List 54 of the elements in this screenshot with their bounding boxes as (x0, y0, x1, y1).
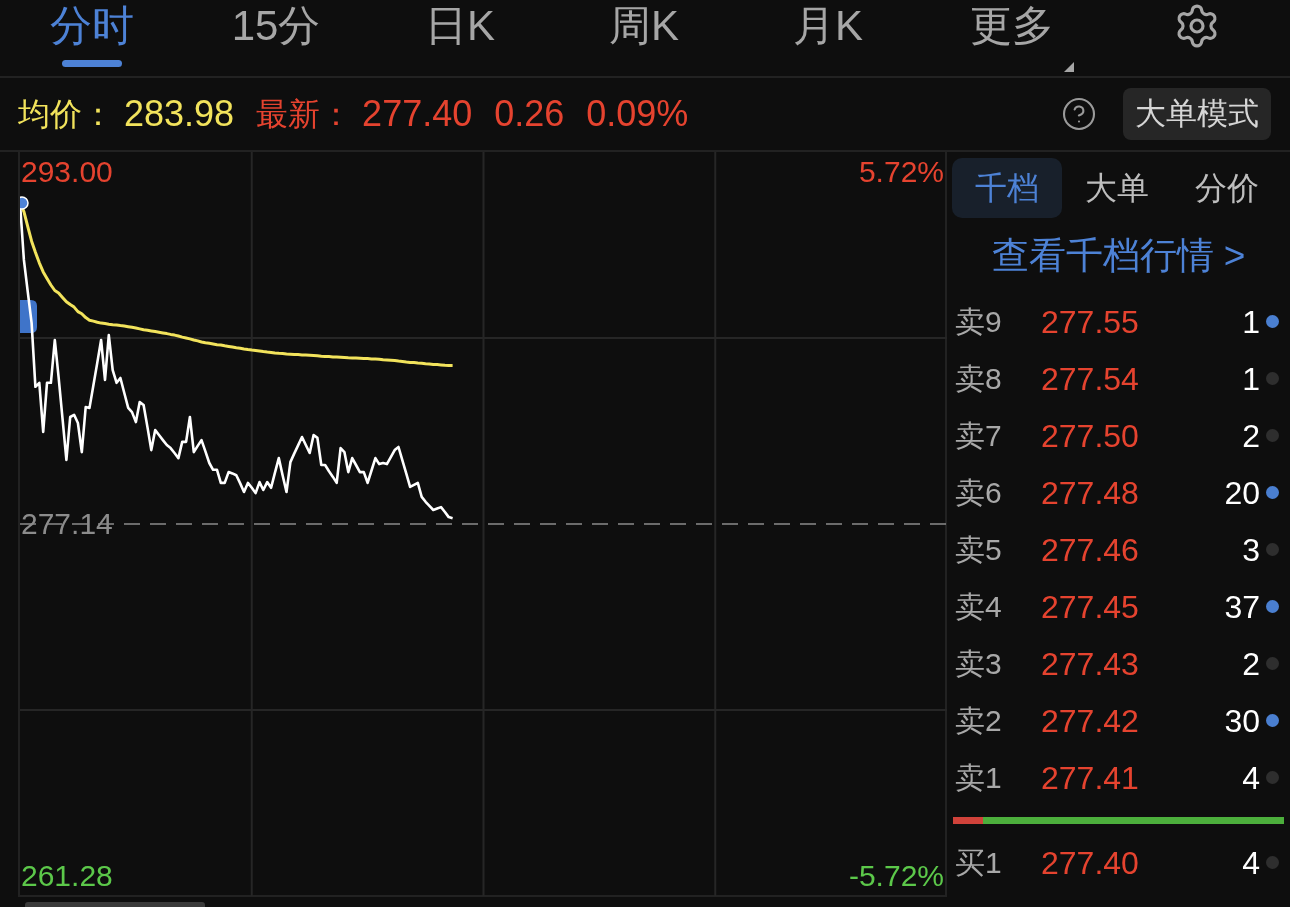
book-tab[interactable]: 千档 (952, 158, 1062, 218)
level-label: 卖2 (955, 703, 1003, 739)
latest-price-label: 最新： (256, 95, 353, 134)
level-volume: 1 (1242, 359, 1260, 399)
level-volume: 30 (1224, 701, 1260, 741)
period-tab[interactable]: 15分 (184, 0, 368, 76)
level-price: 277.46 (1041, 530, 1139, 570)
price-change-percent: 0.09% (586, 92, 689, 136)
level-price: 277.42 (1041, 701, 1139, 741)
level-volume: 2 (1242, 416, 1260, 456)
level-volume: 2 (1242, 644, 1260, 684)
book-tab[interactable]: 大单 (1062, 158, 1172, 218)
level-volume: 4 (1242, 758, 1260, 798)
average-price-label: 均价： (18, 95, 114, 134)
dropdown-triangle-icon (1064, 62, 1074, 72)
level-volume: 1 (1242, 302, 1260, 342)
level-label: 卖3 (955, 646, 1003, 682)
level-label: 卖4 (955, 589, 1003, 625)
period-tab[interactable]: 分时 (0, 0, 184, 76)
level-price: 277.43 (1041, 644, 1139, 684)
period-tab[interactable]: 月K (736, 0, 920, 76)
help-icon[interactable] (1061, 96, 1097, 132)
axis-price-label: 293.00 (21, 155, 113, 188)
book-tab[interactable]: 分价 (1172, 158, 1282, 218)
level-price: 277.48 (1041, 473, 1139, 513)
start-point-icon (20, 196, 29, 210)
level-price: 277.55 (1041, 302, 1139, 342)
level-volume: 4 (1242, 843, 1260, 883)
axis-price-label: 261.28 (21, 860, 113, 892)
level-label: 卖1 (955, 760, 1003, 796)
price-change-value: 0.26 (494, 92, 565, 136)
level-volume: 3 (1242, 530, 1260, 570)
level-price: 277.41 (1041, 758, 1139, 798)
axis-percent-label: -5.72% (848, 860, 944, 892)
level-price: 277.45 (1041, 587, 1139, 627)
level-label: 买1 (955, 845, 1003, 881)
level-volume: 20 (1224, 473, 1260, 513)
level-label: 卖9 (955, 304, 1003, 340)
level-label: 卖7 (955, 418, 1003, 454)
average-price-value: 283.98 (124, 92, 235, 136)
period-tab[interactable]: 日K (368, 0, 552, 76)
period-tab[interactable]: 更多 (920, 0, 1104, 76)
level-price: 277.50 (1041, 416, 1139, 456)
level-price: 277.54 (1041, 359, 1139, 399)
level-price: 277.40 (1041, 843, 1139, 883)
period-tab[interactable]: 周K (552, 0, 736, 76)
mode-button[interactable]: 大单模式 (1123, 88, 1271, 140)
depth-quotes-link[interactable]: 查看千档行情 > (991, 227, 1246, 284)
level-label: 卖5 (955, 532, 1003, 568)
latest-price-value: 277.40 (362, 92, 473, 136)
level-volume: 37 (1224, 587, 1260, 627)
level-label: 卖6 (955, 475, 1003, 511)
axis-percent-label: 5.72% (858, 155, 944, 188)
level-label: 卖8 (955, 361, 1003, 397)
